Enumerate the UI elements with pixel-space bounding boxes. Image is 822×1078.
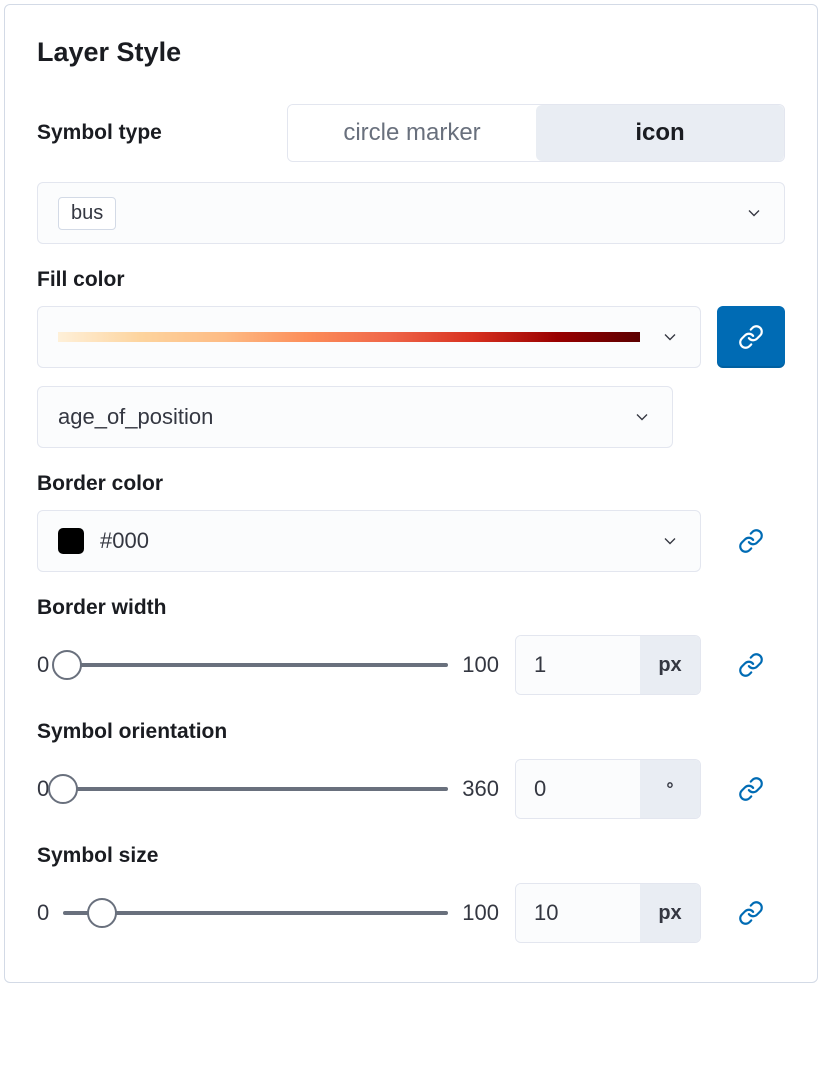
symbol-orientation-row: 0 360 0 ° <box>37 758 785 820</box>
symbol-size-label: Symbol size <box>37 844 785 868</box>
border-width-slider-group: 0 100 <box>37 652 499 678</box>
border-width-slider[interactable] <box>63 663 448 667</box>
icon-chip: bus <box>58 197 116 230</box>
symbol-size-input-group: 10 px <box>515 883 701 943</box>
symbol-orientation-thumb[interactable] <box>48 774 78 804</box>
border-width-input-group: 1 px <box>515 635 701 695</box>
border-width-unit: px <box>640 636 700 694</box>
border-color-row: #000 <box>37 510 785 572</box>
symbol-size-row: 0 100 10 px <box>37 882 785 944</box>
symbol-size-min: 0 <box>37 900 49 926</box>
toggle-icon[interactable]: icon <box>536 105 784 161</box>
border-width-max: 100 <box>462 652 499 678</box>
border-width-min: 0 <box>37 652 49 678</box>
symbol-size-unit: px <box>640 884 700 942</box>
chevron-down-icon <box>632 407 652 427</box>
symbol-size-slider[interactable] <box>63 911 448 915</box>
panel-title: Layer Style <box>37 37 785 68</box>
fill-color-field-row: age_of_position <box>37 386 785 448</box>
symbol-orientation-label: Symbol orientation <box>37 720 785 744</box>
border-color-select[interactable]: #000 <box>37 510 701 572</box>
icon-select[interactable]: bus <box>37 182 785 244</box>
border-color-value: #000 <box>100 528 149 554</box>
symbol-type-row: Symbol type circle marker icon <box>37 104 785 162</box>
fill-color-gradient <box>58 332 640 342</box>
symbol-orientation-input[interactable]: 0 <box>516 760 640 818</box>
symbol-orientation-link-button[interactable] <box>717 758 785 820</box>
layer-style-panel: Layer Style Symbol type circle marker ic… <box>4 4 818 983</box>
border-color-label: Border color <box>37 472 785 496</box>
symbol-orientation-slider-group: 0 360 <box>37 776 499 802</box>
border-color-link-button[interactable] <box>717 510 785 572</box>
border-width-row: 0 100 1 px <box>37 634 785 696</box>
fill-color-field-value: age_of_position <box>58 404 213 430</box>
symbol-type-label: Symbol type <box>37 121 162 145</box>
fill-color-row <box>37 306 785 368</box>
symbol-size-max: 100 <box>462 900 499 926</box>
symbol-size-slider-group: 0 100 <box>37 900 499 926</box>
symbol-orientation-max: 360 <box>462 776 499 802</box>
border-color-swatch-row: #000 <box>58 528 149 554</box>
symbol-orientation-slider[interactable] <box>63 787 448 791</box>
symbol-size-thumb[interactable] <box>87 898 117 928</box>
border-width-link-button[interactable] <box>717 634 785 696</box>
chevron-down-icon <box>660 327 680 347</box>
symbol-orientation-input-group: 0 ° <box>515 759 701 819</box>
chevron-down-icon <box>660 531 680 551</box>
fill-color-link-button[interactable] <box>717 306 785 368</box>
fill-color-field-select[interactable]: age_of_position <box>37 386 673 448</box>
chevron-down-icon <box>744 203 764 223</box>
fill-color-label: Fill color <box>37 268 785 292</box>
border-color-swatch <box>58 528 84 554</box>
symbol-type-toggle: circle marker icon <box>287 104 785 162</box>
border-width-label: Border width <box>37 596 785 620</box>
border-width-thumb[interactable] <box>52 650 82 680</box>
symbol-orientation-unit: ° <box>640 760 700 818</box>
toggle-circle-marker[interactable]: circle marker <box>288 105 536 161</box>
border-width-input[interactable]: 1 <box>516 636 640 694</box>
symbol-size-link-button[interactable] <box>717 882 785 944</box>
symbol-size-input[interactable]: 10 <box>516 884 640 942</box>
fill-color-select[interactable] <box>37 306 701 368</box>
